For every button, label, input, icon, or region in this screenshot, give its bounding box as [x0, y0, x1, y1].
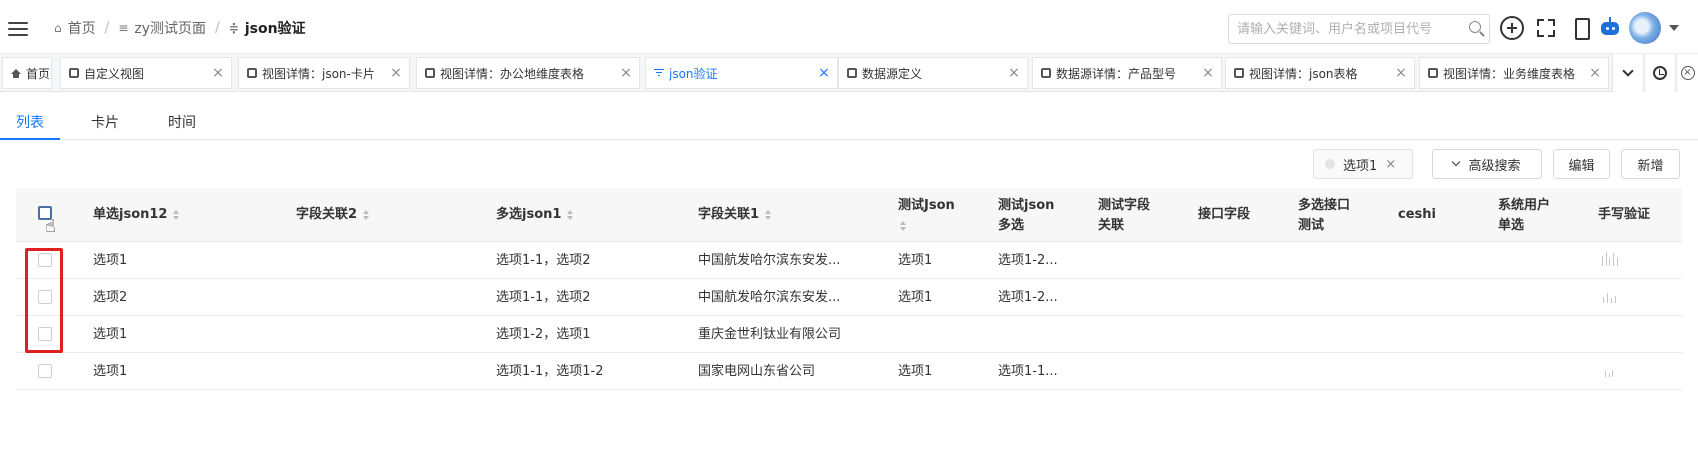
table-row[interactable]: 选项1 选项1-2，选项1 重庆金世利钛业有限公司 [16, 316, 1682, 353]
view-icon [1428, 68, 1438, 78]
column-header[interactable]: 字段关联2 [296, 205, 370, 225]
tabs-close-all-button[interactable]: × [1676, 54, 1698, 92]
tab-card[interactable]: 卡片 [75, 106, 135, 140]
tab-view-business-table[interactable]: 视图详情：业务维度表格 × [1419, 57, 1609, 89]
signature-image [1600, 363, 1622, 379]
table-header: ☝ 单选json12 字段关联2 多选json1 字段关联1 测试Json 测试… [16, 188, 1682, 242]
close-icon[interactable]: × [1199, 65, 1217, 81]
breadcrumb-separator: / [215, 20, 220, 36]
close-icon[interactable]: × [209, 65, 227, 81]
robot-assistant-icon[interactable] [1598, 16, 1622, 40]
home-icon: ⌂ [54, 21, 62, 35]
filter-icon: ≑ [228, 21, 239, 35]
open-tabs-bar: 首页 自定义视图 × 视图详情：json-卡片 × 视图详情：办公地维度表格 ×… [0, 54, 1698, 92]
app-header: ⌂ 首页 / ≡ zy测试页面 / ≑ json验证 [0, 0, 1698, 54]
mobile-icon[interactable] [1569, 16, 1593, 40]
tab-view-office-table[interactable]: 视图详情：办公地维度表格 × [416, 57, 640, 89]
advanced-search-button[interactable]: 高级搜索 [1432, 149, 1542, 179]
add-circle-icon[interactable] [1500, 16, 1524, 40]
column-header[interactable]: 接口字段 [1198, 205, 1250, 225]
chip-dot-icon [1325, 159, 1335, 169]
search-box [1228, 14, 1490, 44]
sort-icon[interactable] [173, 209, 180, 220]
breadcrumb: ⌂ 首页 / ≡ zy测试页面 / ≑ json验证 [54, 18, 306, 38]
hand-cursor-icon: ☝ [45, 216, 56, 237]
chevron-down-icon [1621, 64, 1634, 77]
breadcrumb-home[interactable]: ⌂ 首页 [54, 18, 96, 38]
column-header[interactable]: 单选json12 [93, 205, 180, 225]
view-icon [847, 68, 857, 78]
close-icon[interactable]: × [1586, 65, 1604, 81]
sort-icon[interactable] [900, 220, 906, 231]
sort-icon[interactable] [363, 209, 370, 220]
table-row[interactable]: 选项1 选项1-1，选项2 中国航发哈尔滨东安发... 选项1 选项1-2... [16, 242, 1682, 279]
tab-custom-view[interactable]: 自定义视图 × [60, 57, 232, 89]
signature-image [1600, 252, 1622, 268]
search-icon[interactable] [1469, 21, 1481, 33]
tab-json-validation[interactable]: json验证 × [645, 57, 838, 89]
tab-home[interactable]: 首页 [2, 57, 52, 89]
fullscreen-icon[interactable] [1534, 16, 1558, 40]
tab-view-json-table[interactable]: 视图详情：json表格 × [1225, 57, 1415, 89]
column-header[interactable]: 多选接口测试 [1298, 196, 1360, 236]
history-icon [1652, 66, 1667, 80]
column-header[interactable]: 手写验证 [1598, 205, 1650, 225]
add-button[interactable]: 新增 [1621, 149, 1680, 179]
row-checkbox[interactable] [38, 364, 52, 378]
menu-icon[interactable] [8, 22, 28, 36]
tab-view-json-card[interactable]: 视图详情：json-卡片 × [238, 57, 410, 89]
selection-highlight-box [25, 248, 63, 353]
tabs-history-button[interactable] [1644, 54, 1674, 92]
chevron-down-icon [1452, 157, 1461, 167]
close-icon[interactable]: × [617, 65, 635, 81]
close-icon[interactable]: × [1385, 157, 1396, 172]
edit-button[interactable]: 编辑 [1553, 149, 1610, 179]
table-row[interactable]: 选项2 选项1-1，选项2 中国航发哈尔滨东安发... 选项1 选项1-2... [16, 279, 1682, 316]
view-icon [69, 68, 79, 78]
tab-datasource-def[interactable]: 数据源定义 × [838, 57, 1028, 89]
sort-icon[interactable] [765, 209, 772, 220]
tabs-dropdown-button[interactable] [1612, 54, 1642, 92]
avatar[interactable] [1629, 12, 1661, 44]
view-icon [1234, 68, 1244, 78]
filter-chip[interactable]: 选项1 × [1313, 149, 1413, 179]
filter-icon [654, 69, 664, 77]
search-input[interactable] [1229, 15, 1459, 43]
view-mode-tabs: 列表 卡片 时间 [0, 106, 1698, 140]
column-header[interactable]: 测试Json [898, 196, 978, 236]
close-icon[interactable]: × [1005, 65, 1023, 81]
breadcrumb-current: ≑ json验证 [228, 21, 306, 37]
column-header[interactable]: ceshi [1398, 205, 1436, 225]
sort-icon[interactable] [567, 209, 574, 220]
column-header[interactable]: 测试json多选 [998, 196, 1060, 236]
caret-down-icon[interactable] [1669, 25, 1679, 31]
column-header[interactable]: 字段关联1 [698, 205, 772, 225]
view-icon [425, 68, 435, 78]
tab-datasource-product[interactable]: 数据源详情：产品型号 × [1032, 57, 1222, 89]
view-icon [1041, 68, 1051, 78]
table-row[interactable]: 选项1 选项1-1，选项1-2 国家电网山东省公司 选项1 选项1-1... [16, 353, 1682, 390]
view-icon [247, 68, 257, 78]
breadcrumb-test-page[interactable]: ≡ zy测试页面 [118, 18, 206, 38]
close-icon[interactable]: × [815, 65, 833, 81]
close-icon[interactable]: × [387, 65, 405, 81]
tab-time[interactable]: 时间 [152, 106, 212, 140]
close-circle-icon: × [1680, 66, 1695, 80]
column-header[interactable]: 系统用户单选 [1498, 196, 1560, 236]
close-icon[interactable]: × [1392, 65, 1410, 81]
tab-list[interactable]: 列表 [0, 106, 60, 140]
home-icon [11, 68, 21, 78]
signature-image [1600, 289, 1622, 305]
list-icon: ≡ [118, 21, 129, 35]
breadcrumb-separator: / [104, 20, 110, 36]
column-header[interactable]: 多选json1 [496, 205, 574, 225]
column-header[interactable]: 测试字段关联 [1098, 196, 1160, 236]
